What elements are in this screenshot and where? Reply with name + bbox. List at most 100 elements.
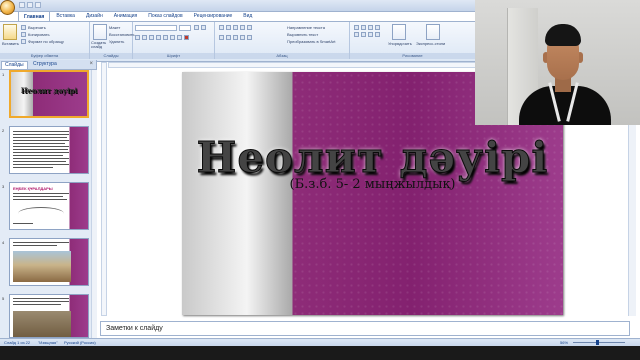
redo-icon[interactable] <box>35 2 41 8</box>
language-indicator[interactable]: Русский (Россия) <box>64 340 96 345</box>
shadow-icon[interactable] <box>163 35 168 40</box>
arrange-icon[interactable] <box>392 24 406 40</box>
tab-insert[interactable]: Вставка <box>51 11 80 21</box>
shrink-font-icon[interactable] <box>201 25 206 30</box>
slide-thumbnail[interactable] <box>9 294 89 338</box>
shape-triangle-icon[interactable] <box>354 32 359 37</box>
quick-styles-button[interactable]: Экспресс-стили <box>416 41 445 46</box>
zoom-level[interactable]: 56% <box>560 340 568 345</box>
text-direction-button[interactable]: Направление текста <box>287 25 325 30</box>
tab-animation[interactable]: Анимация <box>109 11 142 21</box>
text-line <box>13 161 66 162</box>
layout-button[interactable]: Макет <box>109 25 120 30</box>
align-right-icon[interactable] <box>233 35 238 40</box>
spacing-icon[interactable] <box>170 35 175 40</box>
office-button[interactable] <box>0 0 15 15</box>
slide-thumbnail[interactable]: Неолит дәуірі <box>9 70 89 118</box>
line-spacing-icon[interactable] <box>247 25 252 30</box>
slide-subtitle[interactable]: (Б.з.б. 5- 2 мыңжылдық) <box>182 177 563 192</box>
columns-icon[interactable] <box>247 35 252 40</box>
quick-access-toolbar <box>19 2 41 9</box>
smartart-button[interactable]: Преобразовать в SmartArt <box>287 39 336 44</box>
thumbnail-number: 2 <box>2 128 5 133</box>
align-center-icon[interactable] <box>226 35 231 40</box>
thumbnail-title: ЕҢБЕК ҚҰРАЛДАРЫ <box>13 186 53 191</box>
tab-view[interactable]: Вид <box>238 11 257 21</box>
shape-star-icon[interactable] <box>361 32 366 37</box>
text-line <box>13 304 61 305</box>
shape-line-icon[interactable] <box>354 25 359 30</box>
undo-icon[interactable] <box>27 2 33 8</box>
underline-icon[interactable] <box>149 35 154 40</box>
webcam-overlay <box>475 0 640 125</box>
format-painter-button[interactable]: Формат по образцу <box>28 39 64 44</box>
paste-icon[interactable] <box>3 24 17 40</box>
align-text-button[interactable]: Выровнять текст <box>287 32 318 37</box>
new-slide-icon[interactable] <box>93 24 107 40</box>
drawing-group: Упорядочить Экспресс-стили Рисование <box>350 22 475 59</box>
slide-image <box>13 311 71 337</box>
drawing-group-label: Рисование <box>350 53 475 59</box>
shape-brace-icon[interactable] <box>368 32 373 37</box>
justify-icon[interactable] <box>240 35 245 40</box>
change-case-icon[interactable] <box>177 35 182 40</box>
tab-review[interactable]: Рецензирование <box>189 11 238 21</box>
thumbnail-title: Неолит дәуірі <box>20 86 78 95</box>
tab-slideshow[interactable]: Показ слайдов <box>143 11 187 21</box>
clipboard-group: Вставить Вырезать Копировать Формат по о… <box>0 22 90 59</box>
font-group-label: Шрифт <box>133 53 214 59</box>
increase-indent-icon[interactable] <box>240 25 245 30</box>
slide-thumbnail[interactable]: ЕҢБЕК ҚҰРАЛДАРЫ <box>9 182 89 230</box>
tab-outline[interactable]: Структура <box>30 61 60 68</box>
strikethrough-icon[interactable] <box>156 35 161 40</box>
shape-rect-icon[interactable] <box>361 25 366 30</box>
zoom-slider[interactable] <box>573 342 625 343</box>
close-icon[interactable]: × <box>89 61 93 67</box>
save-icon[interactable] <box>19 2 25 8</box>
text-line <box>13 140 69 141</box>
restore-button[interactable]: Восстановить <box>109 32 135 37</box>
text-line <box>13 137 67 138</box>
font-size-select[interactable] <box>179 25 191 31</box>
align-left-icon[interactable] <box>219 35 224 40</box>
slides-panel-scrollbar[interactable] <box>91 70 97 338</box>
decrease-indent-icon[interactable] <box>233 25 238 30</box>
text-line <box>13 301 69 302</box>
create-slide-button[interactable]: Создать слайд <box>91 41 108 49</box>
zoom-slider-thumb[interactable] <box>596 340 599 345</box>
bold-icon[interactable] <box>135 35 140 40</box>
paste-button[interactable]: Вставить <box>2 41 19 46</box>
format-painter-icon <box>21 39 26 44</box>
tab-design[interactable]: Дизайн <box>81 11 108 21</box>
text-line <box>13 143 65 144</box>
notes-pane[interactable]: Заметки к слайду <box>100 321 630 336</box>
arrange-button[interactable]: Упорядочить <box>388 41 412 46</box>
thumbnail-number: 3 <box>2 184 5 189</box>
font-group: Шрифт <box>133 22 215 59</box>
grow-font-icon[interactable] <box>194 25 199 30</box>
italic-icon[interactable] <box>142 35 147 40</box>
shape-oval-icon[interactable] <box>368 25 373 30</box>
presenter-hair <box>545 24 581 46</box>
slide-title[interactable]: Неолит дәуірі <box>182 133 563 183</box>
quick-styles-icon[interactable] <box>426 24 440 40</box>
font-color-icon[interactable] <box>184 35 189 40</box>
thumbnail-number: 4 <box>2 240 5 245</box>
font-name-select[interactable] <box>135 25 177 31</box>
numbering-icon[interactable] <box>226 25 231 30</box>
shape-arrow-icon[interactable] <box>375 25 380 30</box>
slides-group-label: Слайды <box>90 53 132 59</box>
thumbnail-number: 1 <box>2 72 5 77</box>
text-line <box>13 199 67 200</box>
copy-button[interactable]: Копировать <box>28 32 50 37</box>
shape-more-icon[interactable] <box>375 32 380 37</box>
slide-thumbnail[interactable] <box>9 238 89 286</box>
paragraph-group: Направление текста Выровнять текст Преоб… <box>215 22 350 59</box>
slide-thumbnail[interactable] <box>9 126 89 174</box>
delete-button[interactable]: Удалить <box>109 39 124 44</box>
text-line <box>13 196 63 197</box>
tab-slides[interactable]: Слайды <box>1 61 28 69</box>
cut-button[interactable]: Вырезать <box>28 25 46 30</box>
text-line <box>13 149 68 150</box>
bullets-icon[interactable] <box>219 25 224 30</box>
